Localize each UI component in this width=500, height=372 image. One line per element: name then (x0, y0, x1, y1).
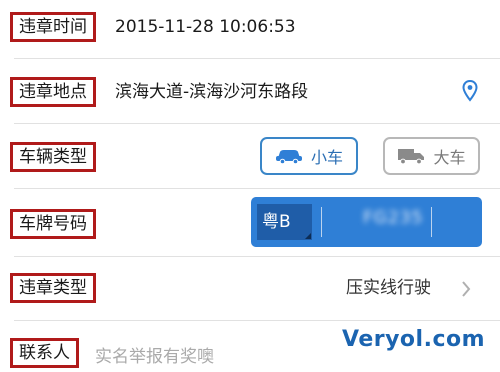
label-violation-location: 违章地点 (10, 77, 96, 107)
site-watermark: Veryol.com (342, 327, 486, 352)
vehicle-type-large-vehicle-option[interactable]: 大车 (383, 137, 480, 175)
divider (14, 188, 500, 189)
divider (14, 123, 500, 124)
label-violation-time: 违章时间 (10, 12, 96, 42)
car-icon (275, 150, 302, 164)
violation-type-value[interactable]: 压实线行驶 (346, 276, 431, 300)
contact-input-placeholder[interactable]: 实名举报有奖噢 (95, 342, 214, 367)
plate-number-value: FG235 (363, 208, 424, 228)
plate-prefix-selector[interactable]: 粤B (257, 204, 312, 240)
label-violation-type: 违章类型 (10, 273, 96, 303)
divider (14, 256, 500, 257)
divider (14, 320, 500, 321)
small-car-label: 小车 (310, 148, 343, 167)
violation-time-value[interactable]: 2015-11-28 10:06:53 (115, 15, 296, 39)
divider (14, 58, 500, 59)
label-plate-number: 车牌号码 (10, 209, 96, 239)
violation-location-value[interactable]: 滨海大道-滨海沙河东路段 (115, 80, 308, 104)
dropdown-corner-icon (305, 233, 311, 239)
truck-icon (398, 149, 425, 165)
chevron-right-icon[interactable] (461, 280, 471, 298)
label-contact: 联系人 (10, 338, 79, 368)
location-pin-icon[interactable] (462, 80, 478, 102)
plate-separator (431, 207, 432, 237)
vehicle-type-small-car-option[interactable]: 小车 (260, 137, 358, 175)
label-vehicle-type: 车辆类型 (10, 142, 96, 172)
plate-separator (321, 207, 322, 237)
plate-number-input[interactable]: 粤B FG235 (251, 197, 482, 247)
large-vehicle-label: 大车 (433, 148, 466, 167)
